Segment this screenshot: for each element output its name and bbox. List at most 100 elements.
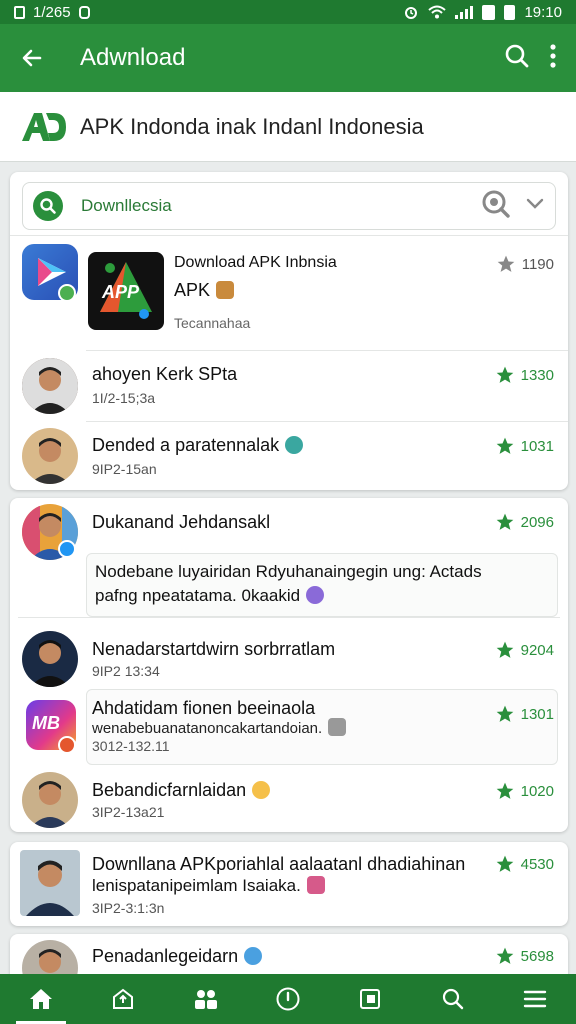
- star-icon: [496, 641, 513, 658]
- list-item[interactable]: Dended a paratennalak 9IP2-15an 1031: [10, 422, 568, 488]
- verified-badge-icon: [58, 284, 76, 302]
- search-icon: [505, 44, 529, 67]
- item-detail: wenabebuanatanoncakartandoian.: [92, 718, 347, 737]
- sticker-emoji-icon: [306, 876, 325, 894]
- item-sub: 1I/2-15;3a: [92, 390, 156, 406]
- list-item[interactable]: Bebandicfarnlaidan 3IP2-13a21 1020: [10, 768, 568, 830]
- star-icon: [496, 366, 513, 383]
- brand-title: APK Indonda inak Indanl Indonesia: [80, 113, 424, 139]
- filter-expand-button[interactable]: [525, 197, 545, 216]
- status-time: 19:10: [524, 3, 562, 21]
- app-bar: Adwnload: [0, 24, 576, 92]
- search-button[interactable]: [504, 43, 530, 74]
- item-rating: 4530: [495, 854, 554, 874]
- avatar: [20, 850, 80, 916]
- list-item[interactable]: Downllana APKporiahlal aalaatanl dhadiah…: [10, 842, 568, 926]
- bookmark-icon: [360, 989, 381, 1009]
- item-rating: 1330: [495, 365, 554, 385]
- avatar: [22, 358, 78, 414]
- nav-saved[interactable]: [345, 974, 395, 1024]
- item-rating: 5698: [495, 946, 554, 966]
- wifi-icon: [428, 5, 447, 19]
- list-item[interactable]: Nenadarstartdwirn sorbrratlam 9IP2 13:34…: [10, 625, 568, 689]
- more-vert-icon: [550, 43, 556, 68]
- featured-subtitle: APK: [174, 280, 235, 301]
- chevron-down-icon: [526, 198, 544, 209]
- home-icon: [30, 989, 53, 1009]
- item-sub: 9IP2-15an: [92, 461, 157, 477]
- status-bar: 1/265 19:10: [0, 0, 576, 24]
- badge-icon: [58, 736, 76, 754]
- filter-search-badge: [33, 191, 63, 221]
- apk-icon-label: APP: [102, 282, 140, 302]
- item-name: Penadanlegeidarn: [92, 946, 263, 967]
- item-name: Nenadarstartdwirn sorbrratlam: [92, 639, 336, 659]
- more-options-button[interactable]: [548, 43, 558, 74]
- featured-title: Download APK Inbnsia: [174, 254, 337, 271]
- thinking-emoji-icon: [252, 781, 271, 799]
- item-name: Dukanand Jehdansakl: [92, 512, 271, 532]
- item-rating: 9204: [495, 640, 554, 660]
- back-button[interactable]: [0, 24, 64, 92]
- status-left-text: 1/265: [33, 3, 71, 21]
- star-icon: [496, 782, 513, 799]
- globe-emoji-icon: [244, 947, 263, 965]
- star-icon: [496, 705, 513, 722]
- list-item[interactable]: Dukanand Jehdansakl 2096: [10, 498, 568, 560]
- item-sub: 3012-132.11: [92, 738, 170, 754]
- star-icon: [497, 255, 515, 272]
- hands-emoji-icon: [328, 718, 347, 736]
- nav-apps[interactable]: [98, 974, 148, 1024]
- battery-icon: [482, 4, 496, 20]
- item-name: Bebandicfarnlaidan: [92, 780, 271, 801]
- list-item[interactable]: ahoyen Kerk SPta 1I/2-15;3a 1330: [10, 351, 568, 421]
- nav-search[interactable]: [428, 974, 478, 1024]
- item-rating: 1031: [495, 436, 554, 456]
- avatar: [22, 772, 78, 828]
- bottom-navigation: [0, 974, 576, 1024]
- review-line-2: pafng npeatatama. 0kaakid: [95, 584, 549, 608]
- nav-groups[interactable]: [181, 974, 231, 1024]
- package-emoji-icon: [216, 281, 235, 299]
- brand-logo-icon: [22, 112, 66, 141]
- sim-icon: [14, 5, 25, 19]
- app-icon-label: MB: [32, 713, 60, 733]
- item-name: Dended a paratennalak: [92, 435, 304, 456]
- filter-bar[interactable]: Downllecsia: [22, 182, 556, 230]
- nav-explore[interactable]: [263, 974, 313, 1024]
- filter-zoom-button[interactable]: [481, 189, 511, 224]
- review-quote: Nodebane luyairidan Rdyuhanaingegin ung:…: [86, 553, 558, 617]
- battery-saver-icon: [504, 4, 516, 20]
- item-name: Ahdatidam fionen beeinaola: [92, 698, 316, 718]
- filter-label: Downllecsia: [81, 196, 172, 215]
- star-icon: [496, 855, 513, 872]
- nav-menu[interactable]: [510, 974, 560, 1024]
- compass-icon: [276, 987, 300, 1011]
- divider: [18, 617, 560, 618]
- verified-badge-icon: [58, 540, 76, 558]
- item-rating: 1020: [495, 781, 554, 801]
- item-name: ahoyen Kerk SPta: [92, 364, 238, 384]
- list-item[interactable]: Penadanlegeidarn 5698: [10, 934, 568, 996]
- item-rating: 1301: [495, 704, 554, 724]
- nav-home[interactable]: [16, 974, 67, 1024]
- zoom-search-icon: [482, 190, 510, 218]
- featured-meta: Tecannahaa: [174, 315, 251, 331]
- item-rating: 2096: [495, 512, 554, 532]
- back-arrow-icon: [22, 49, 42, 67]
- signal-icon: [455, 5, 474, 19]
- search-icon: [442, 988, 463, 1010]
- groups-icon: [194, 990, 217, 1009]
- alarm-icon: [405, 7, 418, 19]
- featured-app-row[interactable]: APP Download APK Inbnsia APK Tecannahaa …: [10, 236, 568, 350]
- notification-icon: [78, 5, 90, 19]
- review-line-1: Nodebane luyairidan Rdyuhanaingegin ung:…: [95, 562, 482, 581]
- leaf-emoji-icon: [285, 436, 304, 454]
- menu-icon: [523, 990, 547, 1008]
- item-sub: 3IP2-3:1:3n: [92, 900, 165, 916]
- featured-rating: 1190: [496, 254, 554, 274]
- brand-banner: APK Indonda inak Indanl Indonesia: [0, 92, 576, 162]
- star-icon: [496, 947, 513, 964]
- sticker-emoji-icon: [306, 586, 325, 604]
- apk-app-icon: APP: [88, 252, 164, 330]
